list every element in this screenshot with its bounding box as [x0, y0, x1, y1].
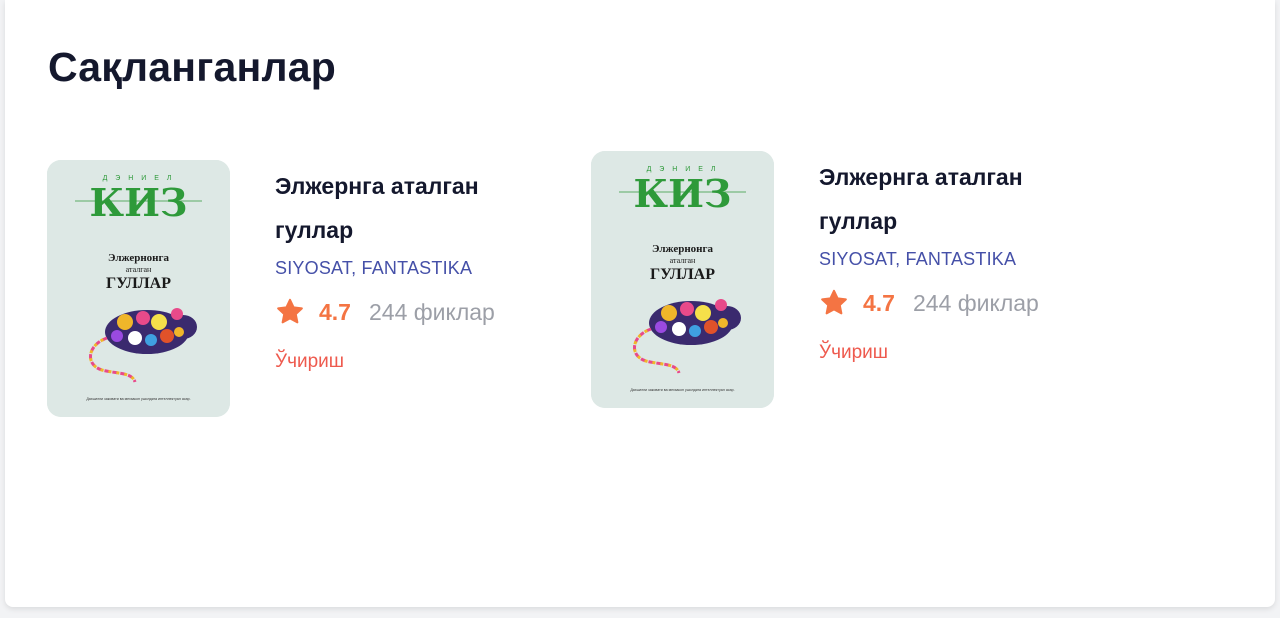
cover-title-line1: Элжернонга	[652, 243, 713, 255]
book-title[interactable]: Элжернга аталган гуллар	[819, 155, 1099, 243]
book-title[interactable]: Элжернга аталган гуллар	[275, 164, 555, 252]
star-icon	[819, 288, 849, 318]
rating-row: 4.7 244 фиклар	[819, 288, 1099, 318]
cover-title-line3: ГУЛЛАР	[650, 266, 715, 283]
cover-author-big: КИЗ	[90, 180, 188, 225]
rating-row: 4.7 244 фиклар	[275, 297, 555, 327]
remove-button[interactable]: Ўчириш	[275, 351, 344, 373]
reviews-count[interactable]: 244 фиклар	[913, 290, 1039, 317]
book-genres[interactable]: SIYOSAT, FANTASTIKA	[819, 249, 1099, 270]
book-info: Элжернга аталган гуллар SIYOSAT, FANTAST…	[275, 164, 555, 373]
remove-button[interactable]: Ўчириш	[819, 342, 888, 364]
book-genres[interactable]: SIYOSAT, FANTASTIKA	[275, 258, 555, 279]
page-title: Сақланганлар	[48, 44, 336, 90]
cover-title-line2: аталган	[670, 256, 696, 265]
cover-footer: Дахшатли заковати ва мехзакоп ушолдига и…	[86, 397, 190, 401]
cover-title-line3: ГУЛЛАР	[106, 275, 171, 292]
star-icon	[275, 297, 305, 327]
cover-footer: Дахшатли заковати ва мехзакоп ушолдига и…	[630, 388, 734, 392]
cover-author-big: КИЗ	[634, 171, 732, 216]
cover-title-line2: аталган	[126, 265, 152, 274]
book-info: Элжернга аталган гуллар SIYOSAT, FANTAST…	[819, 155, 1099, 364]
book-cover[interactable]: Д Э Н И Е Л КИЗ Элжернонга аталган ГУЛЛА…	[47, 160, 230, 417]
book-cover[interactable]: Д Э Н И Е Л КИЗ Элжернонга аталган ГУЛЛА…	[591, 151, 774, 408]
rating-value: 4.7	[863, 289, 895, 316]
saved-panel: Сақланганлар Д Э Н И Е Л КИЗ Элжернонга …	[5, 0, 1275, 607]
cover-title-line1: Элжернонга	[108, 252, 169, 264]
rating-value: 4.7	[319, 298, 351, 325]
reviews-count[interactable]: 244 фиклар	[369, 299, 495, 326]
